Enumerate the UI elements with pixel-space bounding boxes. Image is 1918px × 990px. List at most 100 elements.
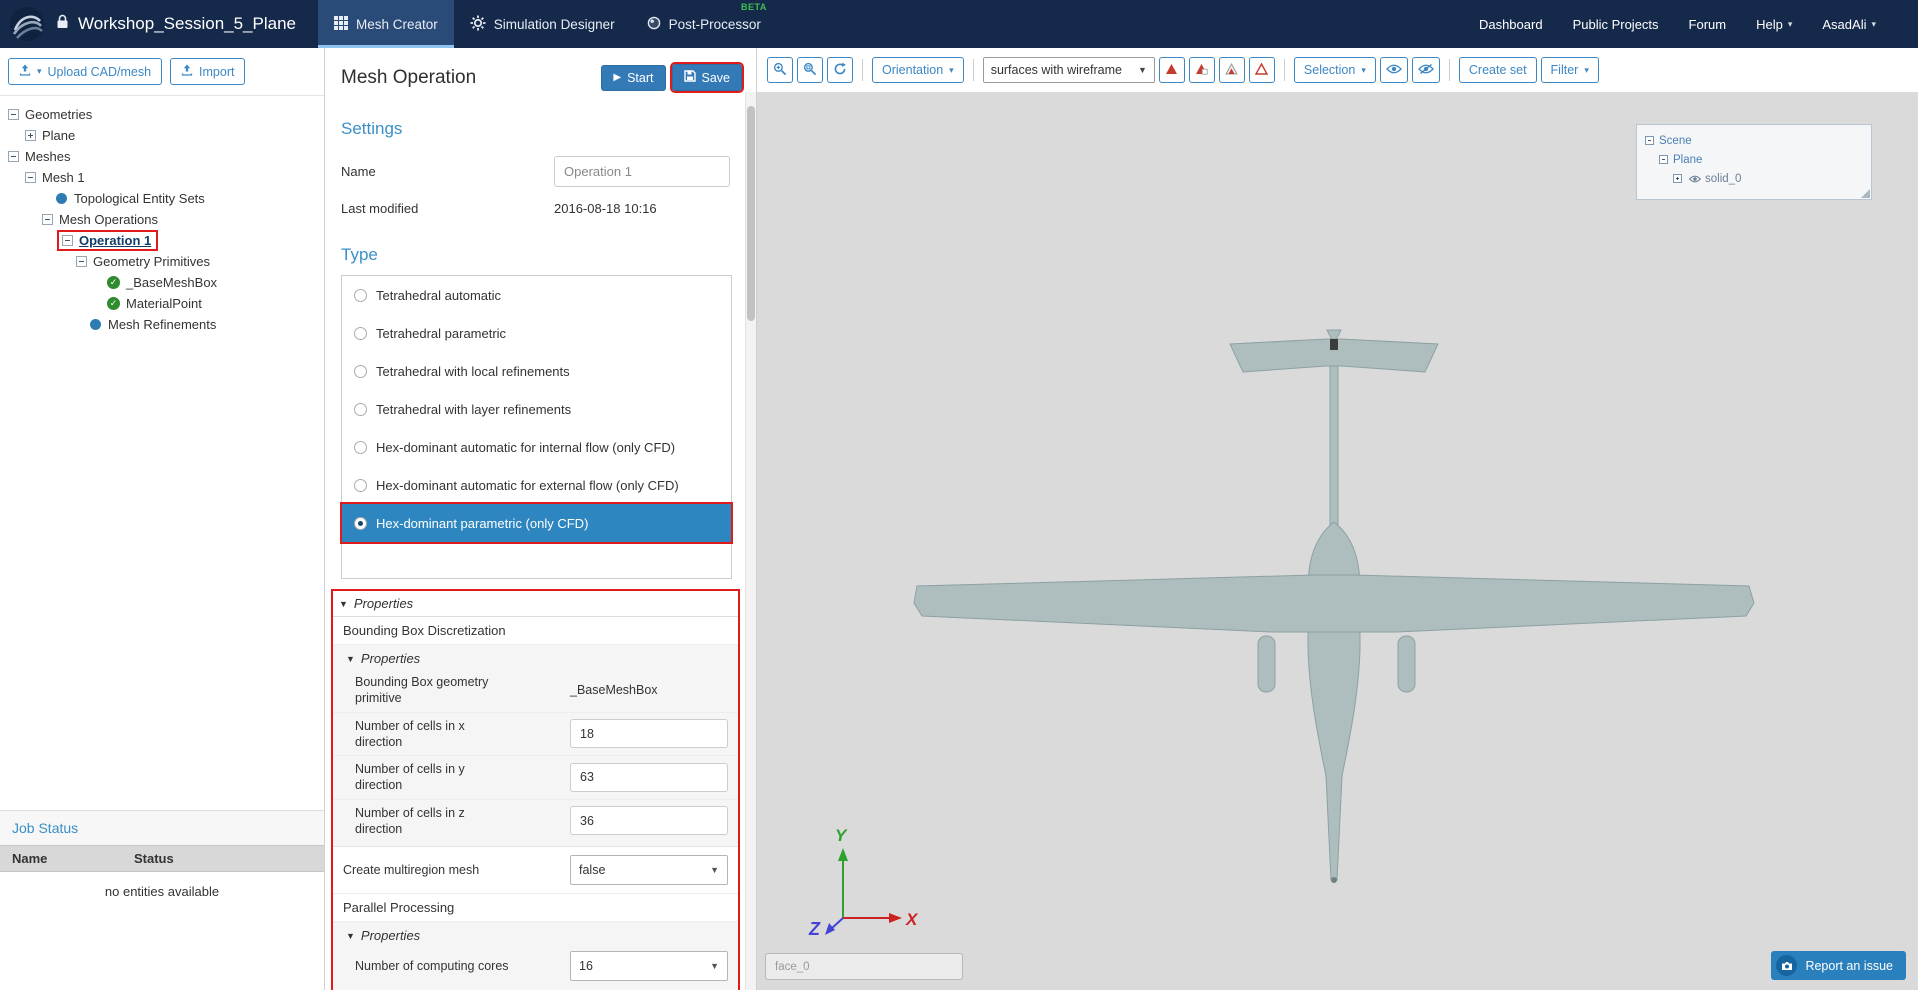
mesh-type-option-hex-external[interactable]: Hex-dominant automatic for external flow… [342,466,731,504]
nav-dashboard-link[interactable]: Dashboard [1479,17,1543,32]
tree-item-materialpoint[interactable]: ✓ MaterialPoint [0,293,324,314]
bbox-properties-header[interactable]: ▼ Properties [333,645,738,669]
eye-icon[interactable] [1689,175,1701,183]
simscale-logo-icon[interactable] [8,5,46,43]
computing-cores-select[interactable]: 16 ▼ [570,951,728,981]
tree-item-mesh-refinements[interactable]: Mesh Refinements [0,314,324,335]
reset-view-button[interactable] [827,57,853,83]
triangle-down-icon: ▼ [346,654,355,664]
chevron-down-icon: ▾ [37,66,42,77]
properties-header-label: Properties [361,928,420,943]
nav-help-menu[interactable]: Help▾ [1756,17,1792,32]
tree-item-mesh-operations[interactable]: Mesh Operations [0,209,324,230]
radio-icon[interactable] [354,403,367,416]
parallel-processing-title: Parallel Processing [333,894,738,922]
collapse-icon[interactable] [8,109,19,120]
panel-scrollbar[interactable] [745,92,756,990]
show-all-faces-button[interactable] [1249,57,1275,83]
axes-indicator: Y X Z [805,823,925,956]
radio-icon[interactable] [354,289,367,302]
cells-y-input[interactable] [570,763,728,792]
nav-public-projects-link[interactable]: Public Projects [1573,17,1659,32]
tree-item-basemeshbox[interactable]: ✓ _BaseMeshBox [0,272,324,293]
report-issue-button[interactable]: Report an issue [1771,951,1906,980]
mesh-type-option-tet-automatic[interactable]: Tetrahedral automatic [342,276,731,314]
save-icon [684,70,696,85]
collapse-icon[interactable] [42,214,53,225]
cells-x-row: Number of cells in x direction [333,713,738,757]
tab-simulation-designer[interactable]: Simulation Designer [454,0,631,48]
mesh-type-option-tet-local-refinements[interactable]: Tetrahedral with local refinements [342,352,731,390]
collapse-icon[interactable] [76,256,87,267]
tree-item-geometry-primitives[interactable]: Geometry Primitives [0,251,324,272]
camera-icon [1776,955,1797,976]
render-mode-select[interactable]: surfaces with wireframe ▼ [983,57,1155,83]
resize-handle[interactable] [1861,189,1870,198]
tab-post-processor[interactable]: BETA Post-Processor [631,0,777,48]
show-only-selected-button[interactable] [1189,57,1215,83]
hide-selected-faces-button[interactable] [1159,57,1185,83]
radio-icon[interactable] [354,327,367,340]
scene-node-solid0[interactable]: solid_0 [1645,169,1863,188]
start-button[interactable]: ▶ Start [601,65,665,91]
multiregion-row: Create multiregion mesh false ▼ [333,847,738,894]
nav-forum-link[interactable]: Forum [1689,17,1727,32]
expand-icon[interactable] [1673,174,1682,183]
expand-icon[interactable] [25,130,36,141]
tree-item-geometries[interactable]: Geometries [0,104,324,125]
show-hidden-entities-button[interactable] [1380,57,1408,83]
scene-node-plane[interactable]: Plane [1645,150,1863,169]
collapse-icon[interactable] [62,235,73,246]
parallel-properties-header[interactable]: ▼ Properties [333,922,738,946]
report-issue-label: Report an issue [1805,959,1893,973]
link-label: Help [1756,17,1783,32]
nav-user-menu[interactable]: AsadAli▾ [1822,17,1876,32]
scrollbar-thumb[interactable] [747,106,755,321]
scene-tree-overlay[interactable]: Scene Plane soli [1636,124,1872,200]
eye-off-icon [1418,63,1434,77]
tree-item-mesh-1[interactable]: Mesh 1 [0,167,324,188]
radio-icon[interactable] [354,365,367,378]
cells-z-input[interactable] [570,806,728,835]
collapse-icon[interactable] [1659,155,1668,164]
mesh-type-option-hex-internal[interactable]: Hex-dominant automatic for internal flow… [342,428,731,466]
cells-y-row: Number of cells in y direction [333,756,738,800]
radio-icon[interactable] [354,479,367,492]
viewport-canvas[interactable]: Scene Plane soli [757,92,1918,990]
save-button[interactable]: Save [672,64,743,91]
scene-node-scene[interactable]: Scene [1645,131,1863,150]
selection-dropdown[interactable]: Selection ▾ [1294,57,1376,83]
invert-visibility-button[interactable] [1219,57,1245,83]
tree-item-topological-entity-sets[interactable]: Topological Entity Sets [0,188,324,209]
scene-node-label: Scene [1659,135,1692,147]
filter-dropdown[interactable]: Filter ▾ [1541,57,1599,83]
plane-model[interactable] [757,92,1916,990]
mesh-type-option-tet-layer-refinements[interactable]: Tetrahedral with layer refinements [342,390,731,428]
tree-item-meshes[interactable]: Meshes [0,146,324,167]
select-value: 16 [579,959,593,973]
create-set-button[interactable]: Create set [1459,57,1537,83]
upload-icon [181,64,193,79]
radio-icon-selected[interactable] [354,517,367,530]
mesh-type-option-hex-parametric[interactable]: Hex-dominant parametric (only CFD) [342,504,731,542]
zoom-fit-button[interactable] [797,57,823,83]
properties-header[interactable]: ▼ Properties [333,591,738,617]
tree-item-operation-1[interactable]: Operation 1 [0,230,324,251]
operation-name-input[interactable] [554,156,730,187]
tree-item-plane[interactable]: Plane [0,125,324,146]
radio-icon[interactable] [354,441,367,454]
collapse-icon[interactable] [1645,136,1654,145]
multiregion-select[interactable]: false ▼ [570,855,728,885]
tab-mesh-creator[interactable]: Mesh Creator [318,0,454,48]
hide-entities-button[interactable] [1412,57,1440,83]
zoom-in-button[interactable] [767,57,793,83]
cells-x-input[interactable] [570,719,728,748]
collapse-icon[interactable] [8,151,19,162]
import-button[interactable]: Import [170,58,245,85]
orientation-dropdown[interactable]: Orientation ▾ [872,57,964,83]
mesh-type-option-tet-parametric[interactable]: Tetrahedral parametric [342,314,731,352]
collapse-icon[interactable] [25,172,36,183]
upload-cad-mesh-button[interactable]: ▾ Upload CAD/mesh [8,58,162,85]
selection-label: Selection [1304,63,1355,77]
last-modified-value: 2016-08-18 10:16 [554,201,730,216]
